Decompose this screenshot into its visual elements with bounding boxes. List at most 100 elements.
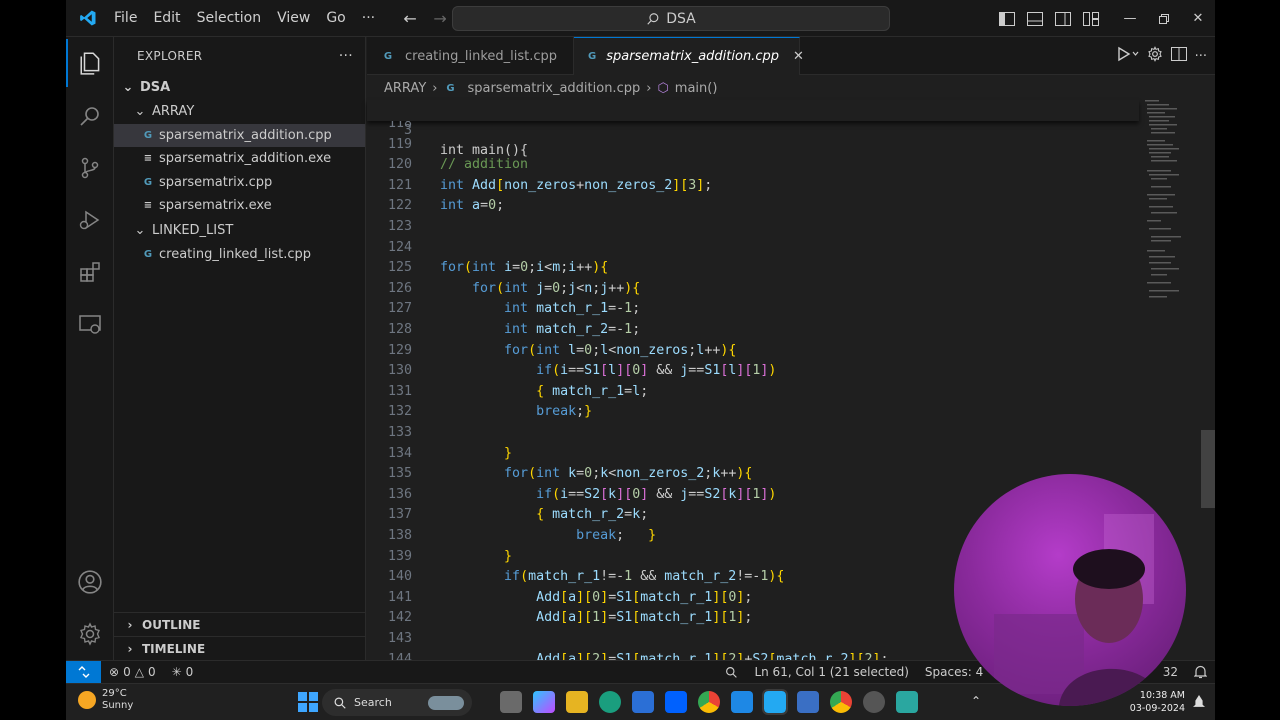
explorer-header: EXPLORER ··· (114, 37, 365, 75)
code-line[interactable]: 134 } (367, 444, 1139, 465)
menu-selection[interactable]: Selection (189, 0, 270, 37)
tab-creating-linked-list[interactable]: G creating_linked_list.cpp (367, 37, 574, 75)
restore-button[interactable] (1147, 0, 1181, 37)
vscode-taskbar-icon[interactable] (762, 689, 788, 715)
notification-icon[interactable] (1193, 695, 1205, 707)
code-line[interactable]: 124 (367, 238, 1139, 259)
sticky-scroll-line[interactable]: 3 int main(){ (367, 100, 1139, 158)
menu-go[interactable]: Go (318, 0, 353, 37)
dropbox-icon[interactable] (665, 691, 687, 713)
breadcrumb-symbol[interactable]: main() (675, 81, 718, 96)
tree-file[interactable]: ≡ sparsematrix.exe (114, 194, 365, 217)
chrome-profile-icon[interactable] (830, 691, 852, 713)
run-debug-icon[interactable] (66, 196, 114, 244)
toggle-sidebar-icon[interactable] (993, 0, 1021, 37)
vertical-scrollbar-thumb[interactable] (1201, 430, 1215, 508)
weather-widget[interactable]: 29°C Sunny (78, 688, 133, 712)
minimize-button[interactable]: — (1113, 0, 1147, 37)
toggle-panel-icon[interactable] (1021, 0, 1049, 37)
tree-file[interactable]: G sparsematrix.cpp (114, 171, 365, 194)
search-activity-icon[interactable] (66, 92, 114, 140)
code-line[interactable]: 121 int Add[non_zeros+non_zeros_2][3]; (367, 176, 1139, 197)
command-center[interactable]: DSA (452, 6, 890, 31)
tree-root-dsa[interactable]: ⌄ DSA (114, 76, 365, 99)
copilot-icon[interactable] (533, 691, 555, 713)
right-letterbox (1215, 0, 1280, 720)
notifications-bell-icon[interactable] (1186, 665, 1215, 679)
tray-chevron-icon[interactable]: ⌃ (971, 694, 981, 708)
customize-layout-icon[interactable] (1077, 0, 1105, 37)
store-icon[interactable] (632, 691, 654, 713)
remote-explorer-icon[interactable] (66, 300, 114, 348)
extensions-icon[interactable] (66, 248, 114, 296)
breadcrumb-separator-icon: › (646, 80, 652, 96)
menu-file[interactable]: File (106, 0, 145, 37)
code-line[interactable]: 130 if(i==S1[l][0] && j==S1[l][1]) (367, 361, 1139, 382)
task-view-icon[interactable] (500, 691, 522, 713)
run-code-icon[interactable] (1117, 46, 1139, 66)
explorer-more-button[interactable]: ··· (339, 48, 353, 64)
zoom-status[interactable] (717, 666, 746, 679)
vpn-app-icon[interactable] (731, 691, 753, 713)
chrome-icon[interactable] (698, 691, 720, 713)
indentation-status[interactable]: Spaces: 4 (917, 665, 991, 679)
explorer-icon[interactable] (66, 39, 114, 87)
code-text: // addition (440, 157, 529, 173)
toggle-secondary-sidebar-icon[interactable] (1049, 0, 1077, 37)
accounts-icon[interactable] (66, 558, 114, 606)
windows-start-icon[interactable] (298, 692, 320, 714)
app-icon[interactable] (896, 691, 918, 713)
outline-section[interactable]: › OUTLINE (114, 612, 365, 636)
cursor-position[interactable]: Ln 61, Col 1 (21 selected) (746, 665, 916, 679)
menu-more[interactable]: ··· (354, 0, 383, 37)
breadcrumb-file[interactable]: sparsematrix_addition.cpp (467, 81, 640, 96)
code-line[interactable]: 133 (367, 423, 1139, 444)
line-number: 121 (387, 177, 412, 193)
manage-gear-icon[interactable] (66, 610, 114, 658)
code-line[interactable]: 122 int a=0; (367, 196, 1139, 217)
problems-status[interactable]: ⊗ 0 △ 0 (101, 665, 164, 679)
code-line[interactable]: 132 break;} (367, 402, 1139, 423)
code-line[interactable]: 135 for(int k=0;k<non_zeros_2;k++){ (367, 464, 1139, 485)
menu-view[interactable]: View (269, 0, 318, 37)
tree-file[interactable]: ≡ sparsematrix_addition.exe (114, 147, 365, 170)
line-number: 135 (387, 466, 412, 482)
code-line[interactable]: 118 (367, 121, 1139, 135)
code-line[interactable]: 126 for(int j=0;j<n;j++){ (367, 279, 1139, 300)
edge-browser-icon[interactable] (599, 691, 621, 713)
menu-edit[interactable]: Edit (145, 0, 188, 37)
timeline-section[interactable]: › TIMELINE (114, 636, 365, 660)
search-icon (334, 697, 346, 709)
devcpp-icon[interactable] (797, 691, 819, 713)
back-arrow-icon[interactable]: ← (395, 9, 425, 28)
close-tab-icon[interactable]: ✕ (793, 49, 804, 64)
code-line[interactable]: 128 int match_r_2=-1; (367, 320, 1139, 341)
split-editor-icon[interactable] (1170, 47, 1187, 65)
file-explorer-icon[interactable] (566, 691, 588, 713)
code-line[interactable]: 120 // addition (367, 155, 1139, 176)
code-line[interactable]: 123 (367, 217, 1139, 238)
obs-icon[interactable] (863, 691, 885, 713)
tree-folder-linked-list[interactable]: ⌄ LINKED_LIST (114, 219, 365, 242)
taskbar-clock[interactable]: 10:38 AM 03-09-2024 (1130, 689, 1185, 715)
forward-arrow-icon[interactable]: → (425, 9, 455, 28)
code-line[interactable]: 127 int match_r_1=-1; (367, 299, 1139, 320)
close-window-button[interactable]: ✕ (1181, 0, 1215, 37)
tree-root-label: DSA (140, 80, 171, 95)
tree-file[interactable]: G creating_linked_list.cpp (114, 243, 365, 266)
tab-sparsematrix-addition[interactable]: G sparsematrix_addition.cpp ✕ (574, 37, 804, 75)
code-line[interactable]: 131 { match_r_1=l; (367, 382, 1139, 403)
source-control-icon[interactable] (66, 144, 114, 192)
ports-status[interactable]: ✳ 0 (164, 665, 202, 679)
tree-file[interactable]: G sparsematrix_addition.cpp (114, 124, 365, 147)
tree-folder-array[interactable]: ⌄ ARRAY (114, 100, 365, 123)
editor-more-icon[interactable]: ··· (1195, 49, 1207, 64)
code-line[interactable]: 125 for(int i=0;i<m;i++){ (367, 258, 1139, 279)
breadcrumb-folder[interactable]: ARRAY (384, 81, 426, 96)
remote-indicator-icon[interactable] (66, 660, 101, 684)
settings-gear-icon[interactable] (1147, 46, 1163, 66)
code-line[interactable]: 129 for(int l=0;l<non_zeros;l++){ (367, 341, 1139, 362)
code-line[interactable]: 119 (367, 135, 1139, 156)
taskbar-search[interactable]: Search (322, 689, 472, 716)
tree-file-label: sparsematrix_addition.cpp (159, 128, 332, 143)
